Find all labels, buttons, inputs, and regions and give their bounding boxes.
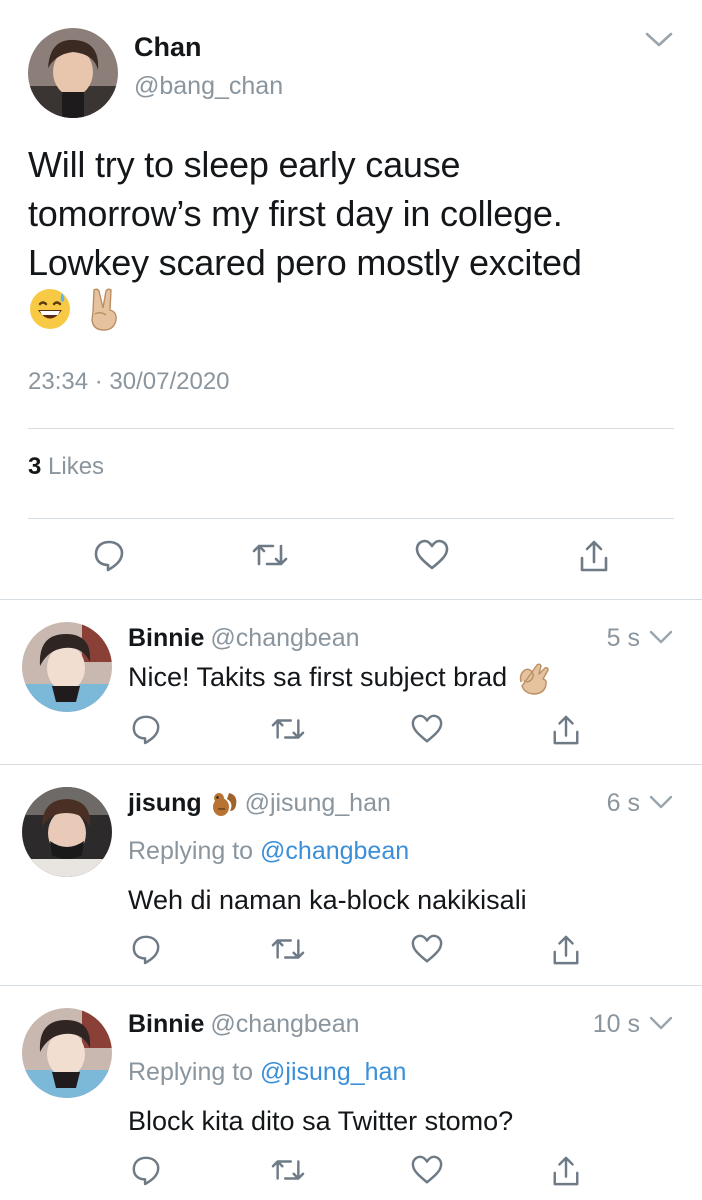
- reply-text: Nice! Takits sa first subject brad: [128, 662, 551, 696]
- likes-count: 3: [28, 453, 42, 480]
- tweet-time: 23:34: [28, 368, 89, 395]
- replying-to-link[interactable]: @jisung_han: [260, 1058, 406, 1086]
- like-icon[interactable]: [410, 713, 444, 745]
- sweat-smile-emoji: [28, 287, 72, 331]
- chevron-down-icon[interactable]: [648, 1014, 674, 1032]
- reply-header: Binnie @changbean 10 s: [128, 1010, 674, 1042]
- replying-to: Replying to @jisung_han: [128, 1058, 406, 1087]
- reply-time: 6 s: [606, 789, 640, 817]
- share-icon[interactable]: [551, 933, 581, 967]
- reply-author-handle[interactable]: @changbean: [210, 624, 359, 652]
- retweet-icon[interactable]: [270, 1154, 306, 1186]
- reply-time: 10 s: [592, 1010, 640, 1038]
- reply-actions: [0, 1154, 702, 1188]
- like-icon[interactable]: [410, 1154, 444, 1186]
- reply-text-content: Nice! Takits sa first subject brad: [128, 662, 508, 693]
- tweet-text: Will try to sleep early cause tomorrow’s…: [28, 140, 678, 287]
- share-icon[interactable]: [551, 713, 581, 747]
- like-icon[interactable]: [410, 933, 444, 965]
- like-icon[interactable]: [414, 538, 450, 572]
- retweet-icon[interactable]: [251, 538, 289, 572]
- reply-icon[interactable]: [131, 1154, 161, 1186]
- tweet-text-line: Lowkey scared pero mostly excited: [28, 242, 582, 283]
- reply-text: Weh di naman ka-block nakikisali: [128, 885, 527, 915]
- replying-to-prefix: Replying to: [128, 1058, 254, 1086]
- avatar-jisung[interactable]: [22, 787, 112, 877]
- likes-count-link[interactable]: 3 Likes: [28, 453, 104, 481]
- avatar-binnie[interactable]: [22, 1008, 112, 1098]
- avatar-chan[interactable]: [28, 28, 118, 118]
- reply-tweet[interactable]: Binnie @changbean 10 s Replying to @jisun…: [0, 986, 702, 1200]
- chipmunk-emoji: [209, 789, 239, 819]
- divider: [28, 428, 674, 429]
- chevron-down-icon[interactable]: [648, 628, 674, 646]
- chevron-down-icon[interactable]: [644, 30, 674, 50]
- reply-actions: [0, 933, 702, 967]
- reply-icon[interactable]: [93, 538, 125, 572]
- reply-tweet[interactable]: jisung @jisung_han 6 s Replying to @chan…: [0, 765, 702, 986]
- tweet-emojis: [28, 286, 124, 332]
- reply-author-handle[interactable]: @jisung_han: [245, 789, 391, 817]
- reply-text: Block kita dito sa Twitter stomo?: [128, 1106, 514, 1136]
- author-name[interactable]: Chan: [134, 32, 202, 63]
- replying-to-link[interactable]: @changbean: [260, 837, 409, 865]
- reply-tweet[interactable]: Binnie @changbean 5 s Nice! Takits sa fir…: [0, 600, 702, 765]
- likes-label: Likes: [48, 453, 105, 480]
- reply-actions: [0, 713, 702, 747]
- share-icon[interactable]: [551, 1154, 581, 1188]
- reply-header: Binnie @changbean 5 s: [128, 624, 674, 656]
- replying-to: Replying to @changbean: [128, 837, 409, 866]
- reply-author-name[interactable]: Binnie: [128, 1010, 204, 1038]
- main-tweet: Chan @bang_chan Will try to sleep early …: [0, 0, 702, 600]
- tweet-text-line: tomorrow’s my first day in college.: [28, 193, 563, 234]
- reply-header: jisung @jisung_han 6 s: [128, 789, 674, 821]
- reply-author-name[interactable]: jisung: [128, 789, 202, 817]
- tweet-actions: [0, 538, 702, 578]
- replying-to-prefix: Replying to: [128, 837, 254, 865]
- reply-author-name[interactable]: Binnie: [128, 624, 204, 652]
- retweet-icon[interactable]: [270, 713, 306, 745]
- tweet-text-line: Will try to sleep early cause: [28, 144, 461, 185]
- chevron-down-icon[interactable]: [648, 793, 674, 811]
- avatar-binnie[interactable]: [22, 622, 112, 712]
- share-icon[interactable]: [578, 538, 610, 574]
- reply-author-handle[interactable]: @changbean: [210, 1010, 359, 1038]
- tweet-date: 30/07/2020: [109, 368, 230, 395]
- divider: [28, 518, 674, 519]
- victory-hand-emoji: [84, 286, 124, 332]
- tweet-timestamp: 23:34 · 30/07/2020: [28, 368, 230, 395]
- reply-icon[interactable]: [131, 933, 161, 965]
- reply-time: 5 s: [606, 624, 640, 652]
- author-handle[interactable]: @bang_chan: [134, 72, 283, 101]
- retweet-icon[interactable]: [270, 933, 306, 965]
- ok-hand-emoji: [515, 662, 551, 696]
- reply-icon[interactable]: [131, 713, 161, 745]
